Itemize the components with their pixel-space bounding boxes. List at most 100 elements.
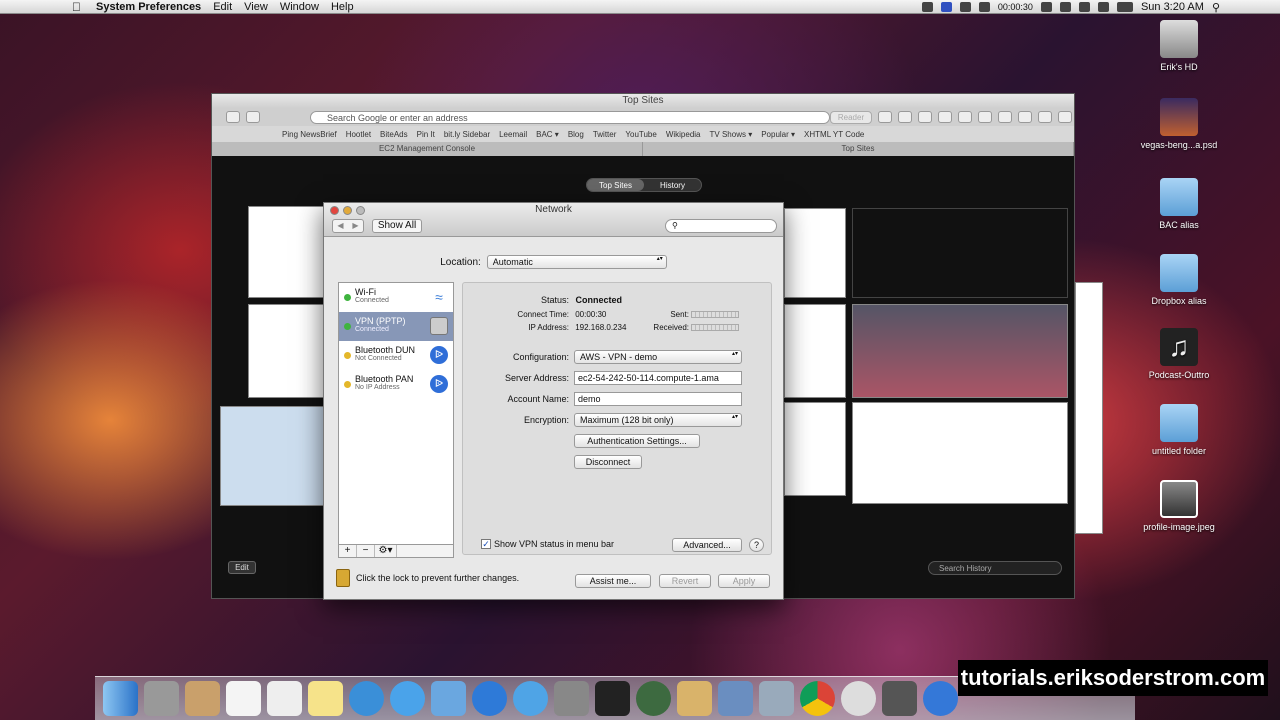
desktop-icon-dropbox[interactable]: Dropbox alias	[1139, 254, 1219, 306]
bookmark-item[interactable]: XHTML YT Code	[804, 130, 864, 139]
server-address-field[interactable]: ec2-54-242-50-114.compute-1.ama	[574, 371, 742, 385]
edit-button[interactable]: Edit	[228, 561, 256, 574]
encryption-popup[interactable]: Maximum (128 bit only)	[574, 413, 742, 427]
extension-icon[interactable]	[878, 111, 892, 123]
forward-icon[interactable]: ▶	[348, 220, 363, 232]
screen-icon[interactable]	[921, 2, 933, 12]
back-icon[interactable]	[226, 111, 240, 123]
bluetooth-icon[interactable]	[1059, 2, 1071, 12]
account-name-field[interactable]: demo	[574, 392, 742, 406]
reminders-icon[interactable]	[267, 681, 302, 716]
site-thumbnail[interactable]	[248, 206, 328, 298]
calendar-icon[interactable]	[226, 681, 261, 716]
add-service-button[interactable]: +	[339, 545, 357, 557]
timer-text[interactable]: 00:00:30	[998, 2, 1033, 12]
back-icon[interactable]: ◀	[333, 220, 348, 232]
site-thumbnail[interactable]	[784, 208, 846, 298]
revert-button[interactable]: Revert	[659, 574, 711, 588]
system-preferences-icon[interactable]	[144, 681, 179, 716]
battery-icon[interactable]	[1116, 2, 1133, 12]
bookmark-item[interactable]: Wikipedia	[666, 130, 701, 139]
preview-icon[interactable]	[718, 681, 753, 716]
extension-icon[interactable]	[918, 111, 932, 123]
finder-icon[interactable]	[103, 681, 138, 716]
extension-icon[interactable]	[898, 111, 912, 123]
site-thumbnail[interactable]	[852, 402, 1068, 504]
lock-icon[interactable]	[336, 569, 350, 587]
bookmark-item[interactable]: Twitter	[593, 130, 617, 139]
site-thumbnail[interactable]	[220, 406, 324, 506]
itunes-icon[interactable]	[472, 681, 507, 716]
bookmark-item[interactable]: Pin It	[417, 130, 435, 139]
preferences-search-field[interactable]: ⚲	[665, 219, 777, 233]
site-thumbnail[interactable]	[248, 304, 328, 398]
desktop-icon-bac[interactable]: BAC alias	[1139, 178, 1219, 230]
extension-icon[interactable]	[958, 111, 972, 123]
app-menu[interactable]: System Preferences	[96, 1, 201, 13]
time-machine-icon[interactable]	[636, 681, 671, 716]
service-wifi[interactable]: Wi-Fi Connected ≈	[339, 283, 453, 312]
segment-history[interactable]: History	[644, 179, 701, 191]
address-book-icon[interactable]	[185, 681, 220, 716]
bbedit-icon[interactable]	[841, 681, 876, 716]
bookmark-item[interactable]: YouTube	[625, 130, 656, 139]
desktop-icon-profile[interactable]: profile-image.jpeg	[1139, 480, 1219, 532]
desktop-icon-psd[interactable]: vegas-beng...a.psd	[1139, 98, 1219, 150]
reader-button[interactable]: Reader	[830, 110, 872, 124]
volume-icon[interactable]	[1097, 2, 1109, 12]
video-icon[interactable]	[882, 681, 917, 716]
transmit-icon[interactable]	[677, 681, 712, 716]
s-app-icon[interactable]	[595, 681, 630, 716]
extension-icon[interactable]	[1058, 111, 1072, 123]
bookmark-item[interactable]: Leemail	[499, 130, 527, 139]
photos-icon[interactable]	[759, 681, 794, 716]
help-button[interactable]: ?	[749, 538, 764, 552]
remove-service-button[interactable]: −	[357, 545, 375, 557]
time-machine-icon[interactable]	[1040, 2, 1052, 12]
menu-help[interactable]: Help	[331, 1, 354, 13]
menu-view[interactable]: View	[244, 1, 268, 13]
desktop-icon-folder[interactable]: untitled folder	[1139, 404, 1219, 456]
extension-icon[interactable]	[1038, 111, 1052, 123]
bookmark-item[interactable]: Popular ▾	[761, 130, 795, 139]
bookmark-item[interactable]: Hootlet	[346, 130, 371, 139]
service-bluetooth-dun[interactable]: Bluetooth DUN Not Connected ᐉ	[339, 341, 453, 370]
quicktime-icon[interactable]	[923, 681, 958, 716]
extension-icon[interactable]	[1018, 111, 1032, 123]
show-vpn-checkbox[interactable]: ✓	[481, 539, 491, 549]
service-bluetooth-pan[interactable]: Bluetooth PAN No IP Address ᐉ	[339, 370, 453, 399]
spotlight-icon[interactable]: ⚲	[1212, 1, 1220, 14]
desktop-icon-podcast[interactable]: ♫ Podcast-Outtro	[1139, 328, 1219, 380]
extension-icon[interactable]	[998, 111, 1012, 123]
site-thumbnail[interactable]	[784, 402, 846, 496]
search-history-field[interactable]: Search History	[928, 561, 1062, 575]
extension-icon[interactable]	[938, 111, 952, 123]
apply-button[interactable]: Apply	[718, 574, 770, 588]
advanced-button[interactable]: Advanced...	[672, 538, 742, 552]
bookmark-item[interactable]: Blog	[568, 130, 584, 139]
dropbox-icon[interactable]	[959, 2, 971, 12]
site-thumbnail[interactable]	[852, 208, 1068, 298]
tab-ec2[interactable]: EC2 Management Console	[212, 142, 643, 156]
bookmark-item[interactable]: TV Shows ▾	[710, 130, 753, 139]
show-all-button[interactable]: Show All	[372, 219, 422, 233]
extension-icon[interactable]	[978, 111, 992, 123]
site-thumbnail[interactable]	[784, 304, 846, 398]
bookmark-item[interactable]: Ping NewsBrief	[282, 130, 337, 139]
clock[interactable]: Sun 3:20 AM	[1141, 1, 1204, 13]
forward-icon[interactable]	[246, 111, 260, 123]
utility-icon[interactable]	[554, 681, 589, 716]
configuration-popup[interactable]: AWS - VPN - demo	[574, 350, 742, 364]
safari-icon[interactable]	[513, 681, 548, 716]
status-icon[interactable]	[940, 2, 952, 12]
authentication-settings-button[interactable]: Authentication Settings...	[574, 434, 700, 448]
bookmark-item[interactable]: bit.ly Sidebar	[444, 130, 490, 139]
segment-top-sites[interactable]: Top Sites	[587, 179, 644, 191]
site-thumbnail[interactable]	[852, 304, 1068, 398]
app-store-icon[interactable]	[431, 681, 466, 716]
apple-menu-icon[interactable]: 	[72, 0, 86, 14]
desktop-icon-hd[interactable]: Erik's HD	[1139, 20, 1219, 72]
menu-window[interactable]: Window	[280, 1, 319, 13]
chrome-icon[interactable]	[800, 681, 835, 716]
assist-me-button[interactable]: Assist me...	[575, 574, 651, 588]
